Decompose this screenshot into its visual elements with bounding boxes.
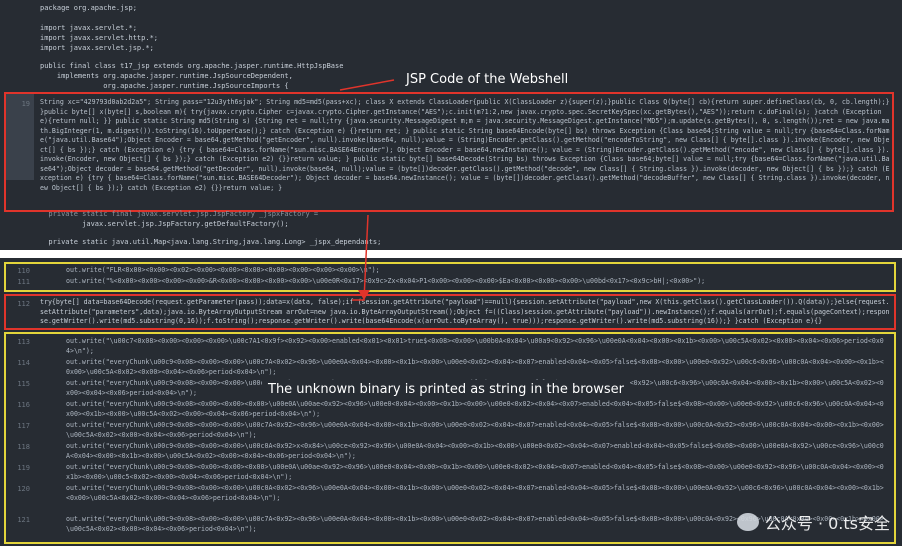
code-line-class-decl: public final class t17_jsp extends org.a… [40, 62, 344, 70]
line-number-112: 112 [17, 300, 30, 308]
code-line-import-3: import javax.servlet.jsp.*; [40, 44, 154, 52]
code-line-dependants: private static java.util.Map<java.lang.S… [40, 238, 382, 246]
red-highlight-webshell [4, 92, 894, 212]
code-line-117: out.write("everyChunk\u00c9<0x08><0x00><… [66, 421, 884, 439]
code-line-112: try{byte[] data=base64Decode(request.get… [40, 298, 890, 325]
code-line-package: package org.apache.jsp; [40, 4, 137, 12]
code-line-imports: org.apache.jasper.runtime.JspSourceImpor… [40, 82, 289, 90]
line-number-119: 119 [17, 464, 30, 472]
code-line-116: out.write("everyChunk\u00c9<0x08><0x00><… [66, 400, 884, 418]
code-line-import-1: import javax.servlet.*; [40, 24, 137, 32]
line-number-111: 111 [17, 278, 30, 286]
watermark: 公众号 · 0.ts安全 [736, 510, 890, 534]
callout-binary-output: The unknown binary is printed as string … [262, 380, 630, 399]
bottom-code-panel: 110 out.write("FLR<0x00><0x00><0x02><0x0… [0, 258, 902, 546]
code-line-119: out.write("everyChunk\u00c9<0x08><0x00><… [66, 463, 884, 481]
code-line-jspxfactory: private static final javax.servlet.jsp.J… [40, 210, 319, 218]
code-line-120: out.write("everyChunk\u00c9<0x08><0x00><… [66, 484, 884, 502]
line-number-113: 113 [17, 338, 30, 346]
line-number-120: 120 [17, 485, 30, 493]
line-number-116: 116 [17, 401, 30, 409]
line-number-115: 115 [17, 380, 30, 388]
code-line-118: out.write("everyChunk\u00c9<0x08><0x00><… [66, 442, 884, 460]
code-line-import-2: import javax.servlet.http.*; [40, 34, 159, 42]
code-line-114: out.write("everyChunk\u00c9<0x08><0x00><… [66, 358, 884, 376]
callout-jsp-code: JSP Code of the Webshell [400, 70, 575, 89]
code-line-default-factory: javax.servlet.jsp.JspFactory.getDefaultF… [40, 220, 289, 228]
line-number-117: 117 [17, 422, 30, 430]
line-number-110: 110 [17, 267, 30, 275]
line-number-118: 118 [17, 443, 30, 451]
code-line-implements: implements org.apache.jasper.runtime.Jsp… [40, 72, 293, 80]
line-number-114: 114 [17, 359, 30, 367]
code-line-111: out.write("%<0x00><0x00><0x00><0x00>&R<0… [66, 277, 706, 285]
top-code-panel: package org.apache.jsp; import javax.ser… [0, 0, 902, 250]
code-line-113: out.write("\u00c7<0x08><0x00><0x00><0x00… [66, 337, 884, 355]
watermark-text: 公众号 · 0.ts安全 [764, 514, 890, 533]
code-line-110: out.write("FLR<0x00><0x00><0x02><0x00><0… [66, 266, 380, 274]
wechat-icon [736, 513, 759, 531]
line-number-121: 121 [17, 516, 30, 524]
